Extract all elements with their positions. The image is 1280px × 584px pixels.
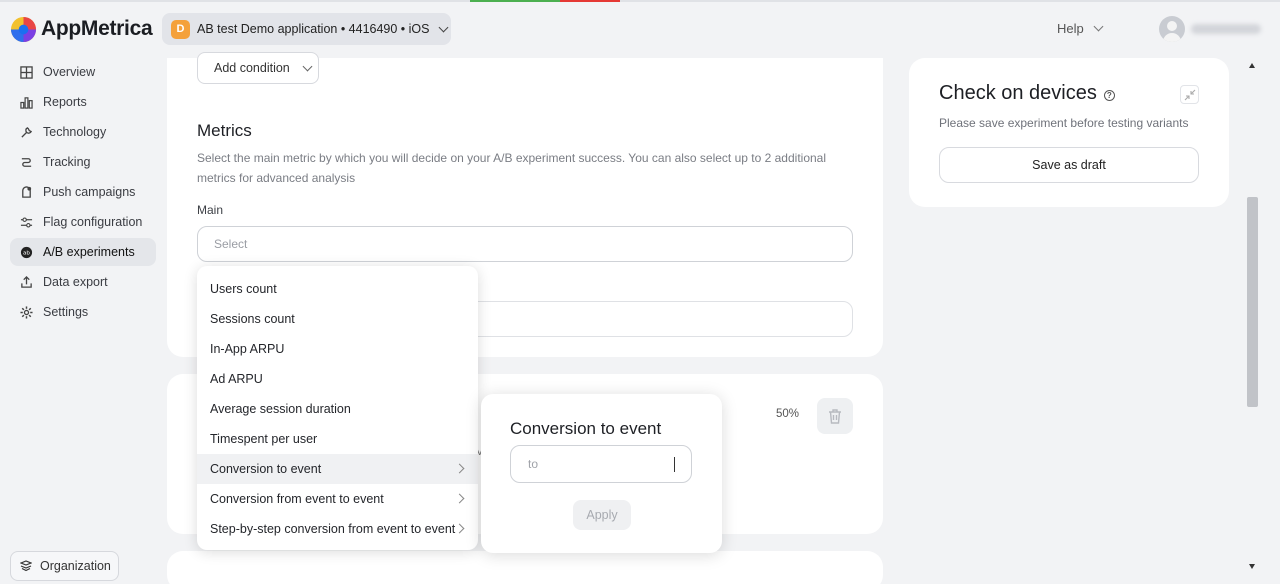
- menu-item-users-count[interactable]: Users count: [197, 274, 478, 304]
- menu-item-sessions-count[interactable]: Sessions count: [197, 304, 478, 334]
- chevron-right-icon: [454, 493, 465, 504]
- menu-item-label: Sessions count: [210, 312, 295, 326]
- menu-item-label: Step-by-step conversion from event to ev…: [210, 522, 456, 536]
- menu-item-in-app-arpu[interactable]: In-App ARPU: [197, 334, 478, 364]
- export-icon: [20, 275, 33, 289]
- chevron-down-icon: [302, 61, 313, 71]
- menu-item-label: Conversion from event to event: [210, 492, 384, 506]
- menu-item-conversion-from-event-to-event[interactable]: Conversion from event to event: [197, 484, 478, 514]
- chevron-right-icon: [454, 463, 465, 474]
- grid-icon: [20, 65, 33, 79]
- delete-variant-button[interactable]: [817, 398, 853, 434]
- help-menu[interactable]: Help: [1057, 21, 1104, 36]
- check-devices-title: Check on devices ?: [939, 82, 1115, 105]
- event-input-placeholder: to: [528, 457, 539, 471]
- help-label: Help: [1057, 21, 1084, 36]
- bar-chart-icon: [20, 96, 33, 109]
- variant-percent: 50%: [776, 408, 800, 420]
- organization-button[interactable]: Organization: [10, 551, 119, 581]
- menu-item-conversion-to-event[interactable]: Conversion to event: [197, 454, 478, 484]
- conversion-to-event-popover: Conversion to event to Apply: [481, 394, 722, 553]
- trash-icon: [829, 408, 841, 424]
- menu-item-average-session-duration[interactable]: Average session duration: [197, 394, 478, 424]
- menu-item-step-by-step-conversion[interactable]: Step-by-step conversion from event to ev…: [197, 514, 478, 544]
- sidebar-item-ab-experiments[interactable]: ab A/B experiments: [10, 238, 156, 266]
- metrics-title: Metrics: [197, 121, 252, 140]
- organization-label: Organization: [40, 559, 111, 573]
- main-metric-select[interactable]: Select: [197, 226, 853, 262]
- menu-item-timespent-per-user[interactable]: Timespent per user: [197, 424, 478, 454]
- popover-title: Conversion to event: [510, 419, 662, 438]
- sidebar-item-tracking[interactable]: Tracking: [10, 148, 156, 176]
- sidebar-item-technology[interactable]: Technology: [10, 118, 156, 146]
- question-icon[interactable]: ?: [1103, 89, 1115, 101]
- sidebar-item-label: Technology: [43, 125, 107, 139]
- sidebar-item-label: Overview: [43, 65, 96, 79]
- save-as-draft-button[interactable]: Save as draft: [939, 147, 1199, 183]
- apply-button[interactable]: Apply: [573, 500, 631, 530]
- check-devices-title-text: Check on devices: [939, 82, 1097, 104]
- app-badge: D: [171, 19, 190, 39]
- main-metric-placeholder: Select: [214, 237, 248, 251]
- wrench-icon: [20, 126, 33, 139]
- sidebar-item-overview[interactable]: Overview: [10, 58, 156, 86]
- metrics-description: Select the main metric by which you will…: [197, 151, 827, 185]
- brand-name: AppMetrica: [41, 17, 153, 40]
- menu-item-label: In-App ARPU: [210, 342, 285, 356]
- menu-item-ad-arpu[interactable]: Ad ARPU: [197, 364, 478, 394]
- svg-text:ab: ab: [23, 250, 30, 256]
- collapse-icon: [1184, 89, 1195, 100]
- gear-icon: [20, 305, 33, 319]
- check-devices-subtitle: Please save experiment before testing va…: [939, 116, 1189, 130]
- menu-item-label: Average session duration: [210, 402, 351, 416]
- sidebar-item-push-campaigns[interactable]: Push campaigns: [10, 178, 156, 206]
- push-icon: [20, 185, 33, 199]
- ab-icon: ab: [20, 246, 33, 259]
- tracking-icon: [20, 156, 33, 169]
- event-input[interactable]: to: [510, 445, 692, 483]
- scroll-down-arrow-icon[interactable]: [1249, 564, 1255, 569]
- user-name-blurred[interactable]: [1191, 24, 1261, 34]
- chevron-right-icon: [454, 523, 465, 534]
- collapse-button[interactable]: [1180, 85, 1199, 104]
- sidebar-item-data-export[interactable]: Data export: [10, 268, 156, 296]
- scrollbar-thumb[interactable]: [1247, 197, 1258, 407]
- sidebar-item-label: Tracking: [43, 155, 91, 169]
- sidebar-item-label: Flag configuration: [43, 215, 143, 229]
- menu-item-label: Timespent per user: [210, 432, 318, 446]
- sidebar-item-label: A/B experiments: [43, 245, 135, 259]
- next-card: [167, 551, 883, 584]
- sidebar-item-label: Reports: [43, 95, 87, 109]
- app-selector-label: AB test Demo application • 4416490 • iOS: [197, 22, 430, 36]
- avatar[interactable]: [1159, 16, 1185, 42]
- sidebar-item-label: Push campaigns: [43, 185, 136, 199]
- main-metric-label: Main: [197, 203, 224, 217]
- menu-item-label: Ad ARPU: [210, 372, 263, 386]
- sidebar-item-reports[interactable]: Reports: [10, 88, 156, 116]
- sidebar-item-label: Data export: [43, 275, 108, 289]
- sidebar-item-flag-configuration[interactable]: Flag configuration: [10, 208, 156, 236]
- app-logo[interactable]: AppMetrica: [10, 15, 153, 43]
- app-selector[interactable]: D AB test Demo application • 4416490 • i…: [162, 13, 451, 45]
- sidebar-item-label: Settings: [43, 305, 89, 319]
- add-condition-button[interactable]: Add condition: [197, 52, 319, 84]
- scroll-up-arrow-icon[interactable]: [1249, 63, 1255, 68]
- appmetrica-logo-icon: [10, 16, 37, 43]
- top-progress-line: [0, 0, 1280, 2]
- organization-icon: [20, 560, 32, 572]
- sliders-icon: [20, 216, 33, 229]
- chevron-down-icon: [1093, 21, 1104, 32]
- menu-item-label: Conversion to event: [210, 462, 322, 476]
- sidebar-item-settings[interactable]: Settings: [10, 298, 156, 326]
- add-condition-label: Add condition: [214, 61, 290, 75]
- metric-dropdown-menu: Users count Sessions count In-App ARPU A…: [197, 266, 478, 550]
- chevron-down-icon: [438, 22, 448, 32]
- text-caret: [674, 457, 675, 472]
- check-on-devices-card: [909, 58, 1229, 207]
- menu-item-label: Users count: [210, 282, 277, 296]
